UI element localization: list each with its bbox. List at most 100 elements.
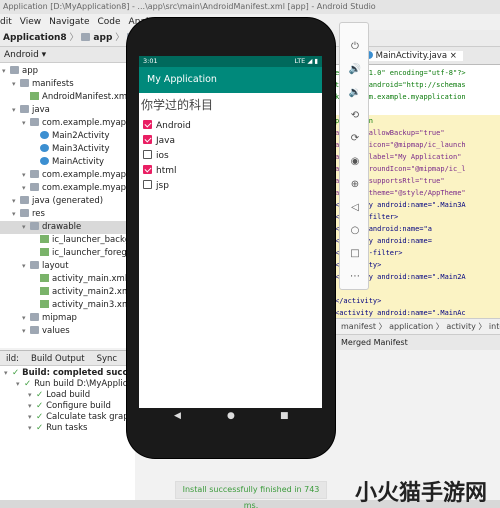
subject-checkbox[interactable]: Java [143, 134, 175, 148]
recents-nav-icon[interactable]: ■ [280, 411, 289, 421]
build-step[interactable]: ▾ ✓ Calculate task graph [0, 412, 135, 423]
back-nav-icon[interactable]: ◀ [174, 411, 181, 421]
tree-item[interactable]: ▾ values [0, 325, 135, 338]
tab-merged-manifest[interactable]: Merged Manifest [335, 334, 500, 350]
tree-item[interactable]: MainActivity [0, 156, 135, 169]
subject-checkbox[interactable]: Android [143, 119, 191, 133]
expand-arrow-icon: ▾ [22, 262, 26, 270]
expand-arrow-icon: ▾ [28, 424, 32, 432]
home-icon[interactable]: ○ [345, 221, 365, 241]
check-icon: ✓ [36, 423, 44, 433]
tree-item[interactable]: activity_main.xml [0, 273, 135, 286]
menu-item[interactable]: Code [97, 17, 120, 27]
overview-icon[interactable]: □ [345, 244, 365, 264]
build-step-label: Run tasks [46, 423, 88, 433]
expand-arrow-icon: ▾ [22, 223, 26, 231]
expand-arrow-icon: ▾ [22, 327, 26, 335]
build-tab[interactable]: ild: [6, 354, 19, 364]
close-icon[interactable]: × [447, 51, 457, 61]
rotate-right-icon[interactable]: ⟳ [345, 129, 365, 149]
build-tab[interactable]: Build Output [31, 354, 85, 364]
build-step[interactable]: ▾ ✓ Run tasks [0, 423, 135, 434]
breadcrumb[interactable]: manifest 〉 application 〉 activity 〉 inte [335, 318, 500, 334]
nav-module[interactable]: app [93, 33, 112, 43]
expand-arrow-icon: ▾ [12, 106, 16, 114]
xml-file-icon [40, 274, 49, 282]
tree-item[interactable]: AndroidManifest.xml [0, 91, 135, 104]
checkbox-empty-icon [143, 180, 152, 189]
folder-icon [20, 196, 29, 204]
checkbox-label: html [156, 166, 177, 176]
check-icon: ✓ [12, 368, 20, 378]
subject-checkbox[interactable]: jsp [143, 179, 169, 193]
folder-icon [81, 33, 91, 41]
class-icon [40, 131, 49, 139]
tree-item[interactable]: ic_launcher_backgroun [0, 234, 135, 247]
tree-item[interactable]: ▾ com.example.myapplicati [0, 182, 135, 195]
tree-item[interactable]: activity_main2.xml [0, 286, 135, 299]
editor-tab[interactable]: MainActivity.java × [357, 51, 463, 61]
expand-arrow-icon: ▾ [28, 402, 32, 410]
rotate-left-icon[interactable]: ⟲ [345, 106, 365, 126]
tree-item[interactable]: ▾ drawable [0, 221, 135, 234]
xml-file-icon [40, 300, 49, 308]
menu-item[interactable]: View [20, 17, 41, 27]
tree-item[interactable]: ▾ java (generated) [0, 195, 135, 208]
tree-item[interactable]: Main2Activity [0, 130, 135, 143]
volume-up-icon[interactable]: 🔊 [345, 60, 365, 80]
xml-file-icon [40, 287, 49, 295]
tree-item-label: ic_launcher_foregroun [52, 248, 135, 258]
build-tool-tabs: ild: Build Output Sync [0, 350, 135, 366]
folder-icon [20, 79, 29, 87]
tree-item[interactable]: ic_launcher_foregroun [0, 247, 135, 260]
zoom-icon[interactable]: ⊕ [345, 175, 365, 195]
build-step[interactable]: ▾ ✓ Load build [0, 390, 135, 401]
tree-item[interactable]: ▾ mipmap [0, 312, 135, 325]
check-icon: ✓ [36, 412, 44, 422]
menu-item[interactable]: Navigate [49, 17, 89, 27]
menu-item[interactable]: dit [0, 17, 12, 27]
expand-arrow-icon: ▾ [12, 210, 16, 218]
folder-icon [30, 170, 39, 178]
tree-item-label: Main3Activity [52, 144, 110, 154]
tree-item-label: activity_main3.xml [52, 300, 133, 310]
project-view-selector[interactable]: Android ▾ [0, 47, 135, 63]
tree-item[interactable]: ▾ java [0, 104, 135, 117]
build-step[interactable]: ▾ ✓ Configure build [0, 401, 135, 412]
nav-project[interactable]: Application8 [3, 33, 67, 43]
tree-item[interactable]: ▾ layout [0, 260, 135, 273]
tree-item[interactable]: ▾ com.example.myapplicati [0, 117, 135, 130]
camera-icon[interactable]: ◉ [345, 152, 365, 172]
expand-arrow-icon: ▾ [22, 314, 26, 322]
expand-arrow-icon: ▾ [12, 197, 16, 205]
volume-down-icon[interactable]: 🔉 [345, 83, 365, 103]
expand-arrow-icon: ▾ [16, 380, 20, 388]
build-step-label: Build: completed successful [22, 368, 135, 378]
tree-item[interactable]: Main3Activity [0, 143, 135, 156]
expand-arrow-icon: ▾ [28, 391, 32, 399]
build-step[interactable]: ▾ ✓ Run build D:\MyApplic [0, 379, 135, 390]
tree-item[interactable]: ▾ app [0, 65, 135, 78]
more-icon[interactable]: ⋯ [345, 267, 365, 287]
subject-checkbox[interactable]: html [143, 164, 177, 178]
emulator-screen[interactable]: 3:01 LTE ◢ ▮ My Application 你学过的科目 Andro… [139, 56, 322, 408]
tree-item[interactable]: activity_main3.xml [0, 299, 135, 312]
tree-item[interactable]: ▾ manifests [0, 78, 135, 91]
back-icon[interactable]: ◁ [345, 198, 365, 218]
window-title: Application [D:\MyApplication8] - ...\ap… [0, 0, 500, 14]
power-icon[interactable]: ⏻ [345, 37, 365, 57]
tree-item-label: manifests [32, 79, 74, 89]
subject-checkbox[interactable]: ios [143, 149, 169, 163]
folder-icon [30, 118, 39, 126]
expand-arrow-icon: ▾ [28, 413, 32, 421]
code-line: <activity android:name=".MainAc [335, 307, 500, 318]
xml-file-icon [30, 92, 39, 100]
tree-item[interactable]: ▾ com.example.myapplicati [0, 169, 135, 182]
build-step-label: Load build [46, 390, 91, 400]
build-tab[interactable]: Sync [97, 354, 118, 364]
build-step-label: Configure build [46, 401, 111, 411]
build-step[interactable]: ▾ ✓Build: completed successful [0, 368, 135, 379]
tree-item[interactable]: ▾ res [0, 208, 135, 221]
home-nav-icon[interactable]: ● [227, 411, 235, 421]
folder-icon [20, 209, 29, 217]
